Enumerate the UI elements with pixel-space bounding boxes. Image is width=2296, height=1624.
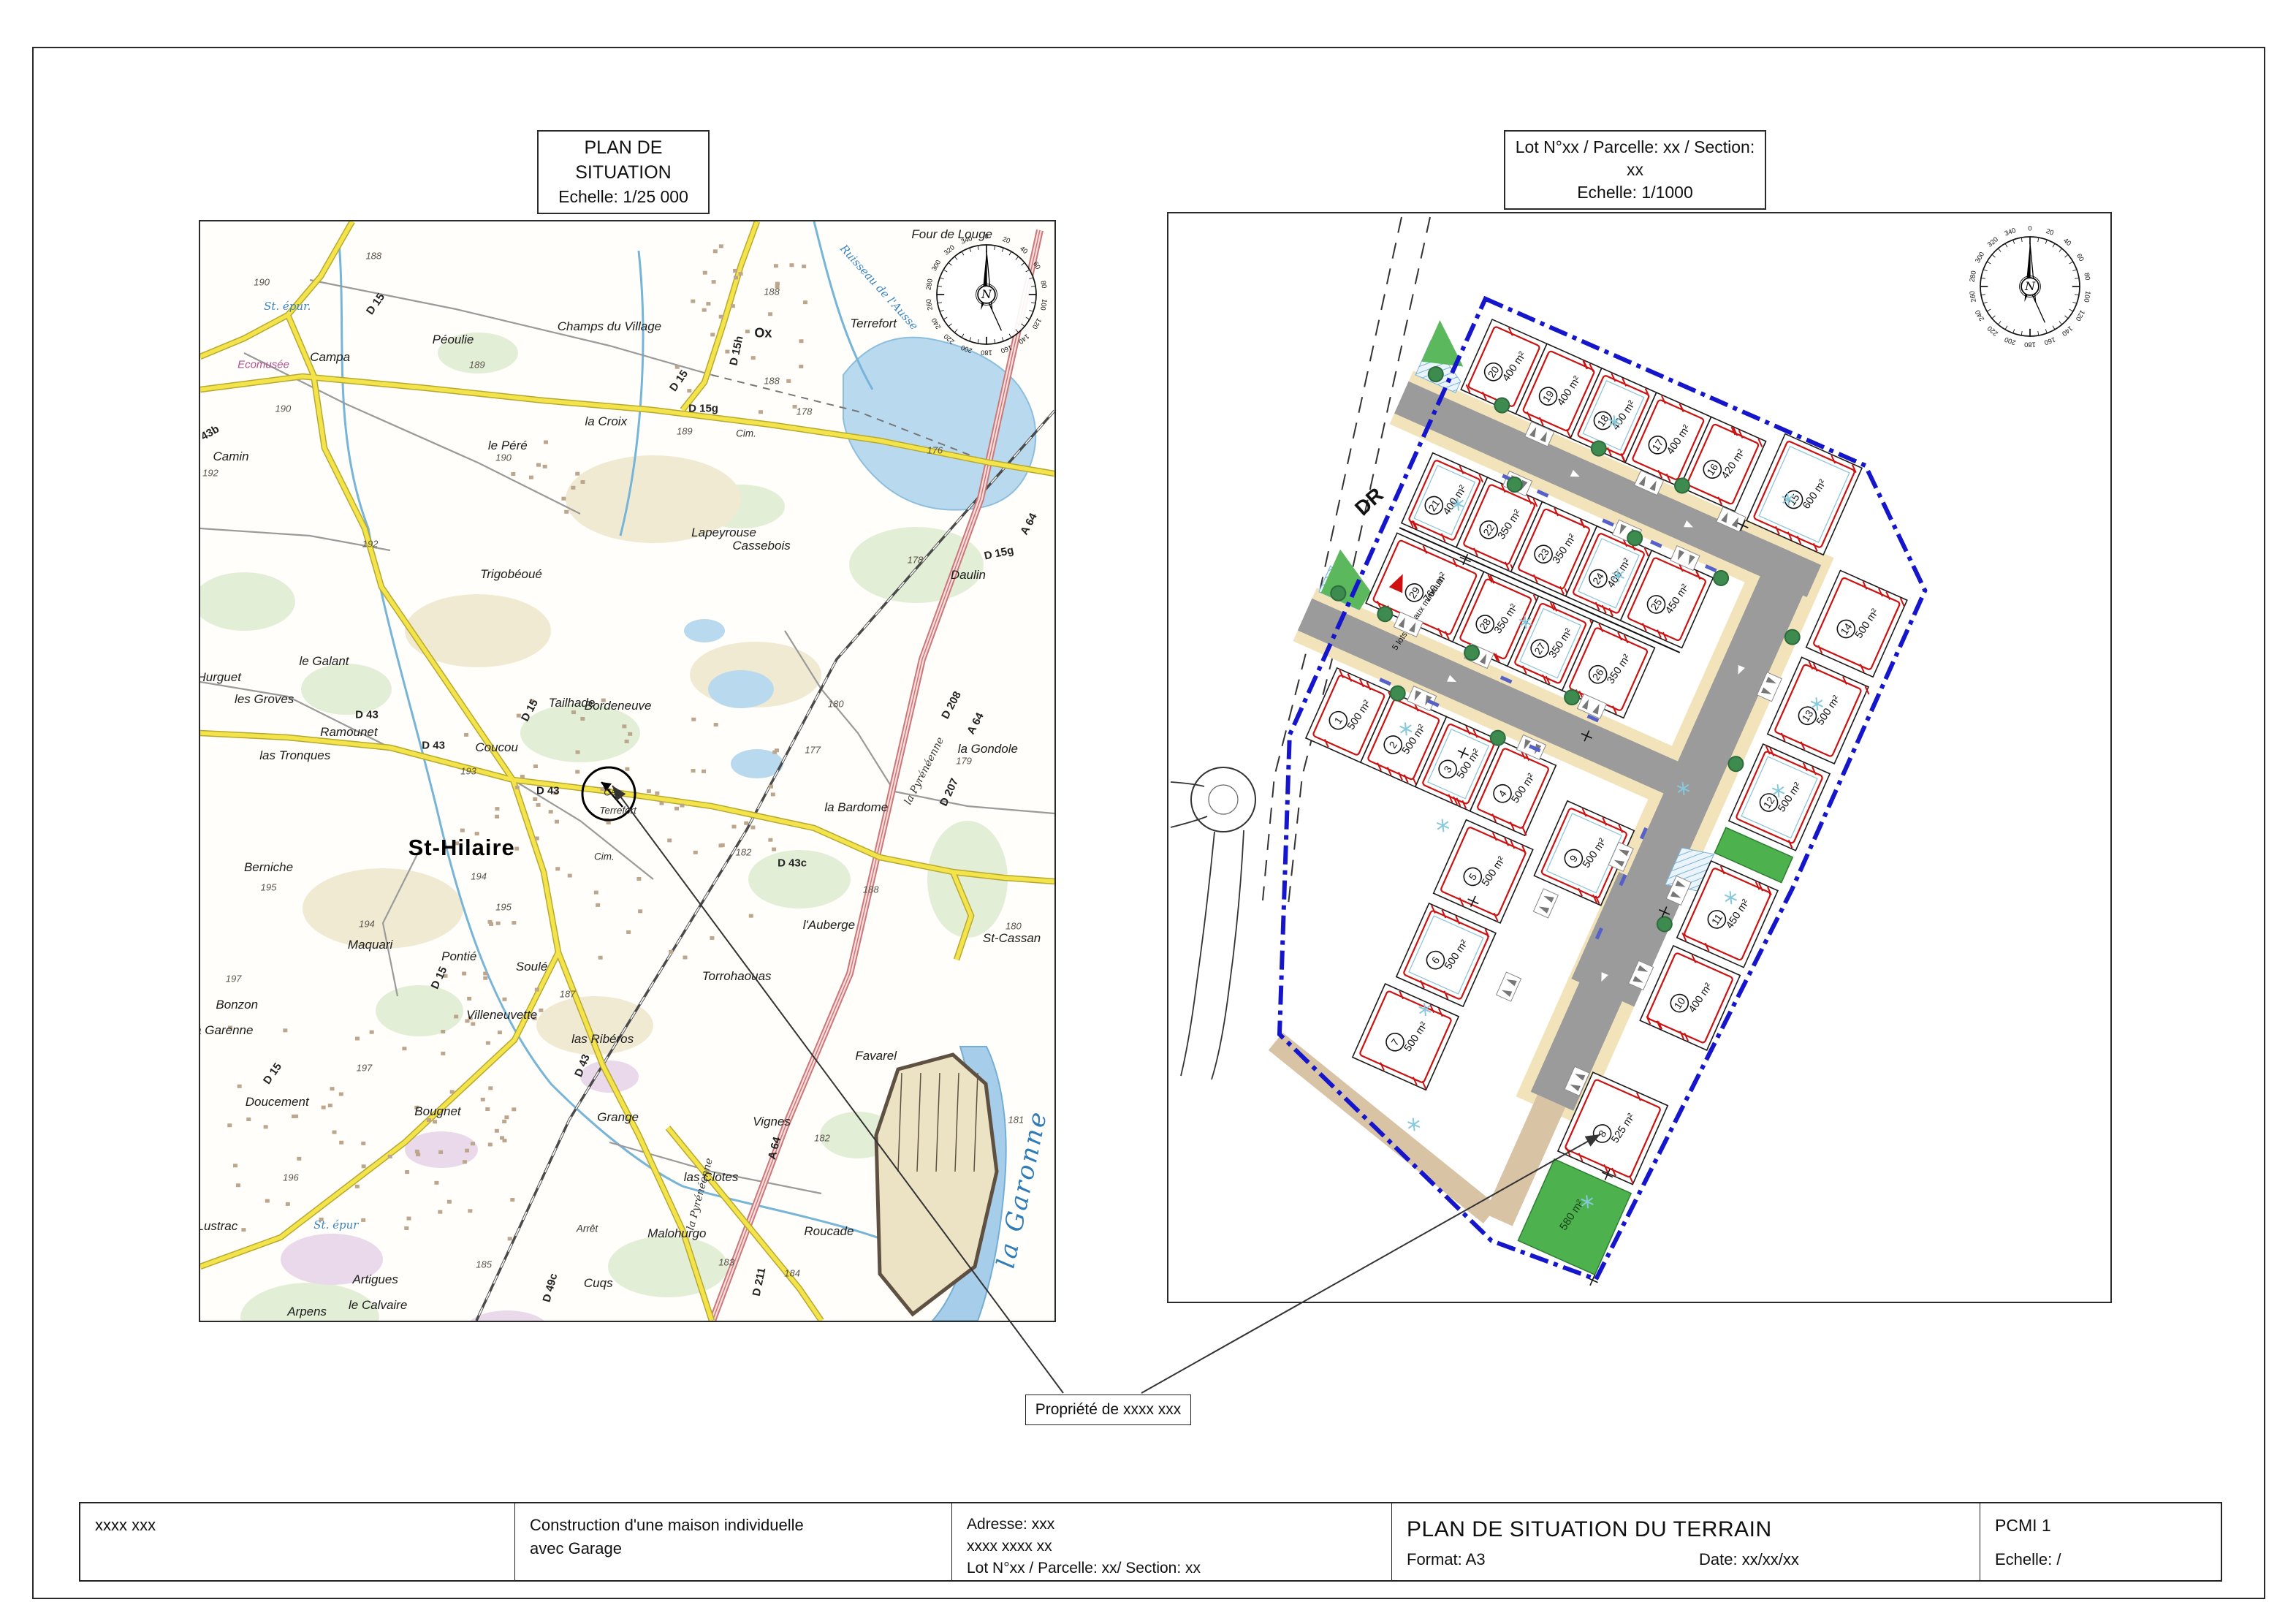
applicant-name: xxxx xxx — [95, 1514, 500, 1537]
left-map-scale: Echelle: 1/25 000 — [546, 186, 701, 208]
right-plan-title: Lot N°xx / Parcelle: xx / Section: xx — [1513, 136, 1757, 181]
title-block-ref-cell: PCMI 1 Echelle: / — [1980, 1503, 2221, 1580]
left-map-title-box: PLAN DE SITUATION Echelle: 1/25 000 — [537, 130, 710, 214]
title-block-applicant-cell: xxxx xxx — [80, 1503, 515, 1580]
title-block: xxxx xxx Construction d'une maison indiv… — [79, 1502, 2222, 1582]
address-line2: xxxx xxxx xx — [967, 1536, 1377, 1557]
address-line3: Lot N°xx / Parcelle: xx/ Section: xx — [967, 1557, 1377, 1579]
format-label: Format: A3 — [1407, 1548, 1486, 1571]
project-line1: Construction d'une maison individuelle — [530, 1514, 937, 1537]
date-label: Date: xx/xx/xx — [1699, 1548, 1799, 1571]
situation-map: Champs du VillageTerrefortFour de LougeO… — [199, 220, 1056, 1322]
parcel-plan: 580 m²20400 m²19400 m²18400 m²17400 m²16… — [1167, 212, 2112, 1303]
topographic-map-drawing — [200, 221, 1054, 1321]
title-block-project-cell: Construction d'une maison individuelle a… — [515, 1503, 952, 1580]
piece-ref: PCMI 1 — [1995, 1514, 2206, 1538]
sheet-scale: Echelle: / — [1995, 1548, 2061, 1571]
document-title: PLAN DE SITUATION DU TERRAIN — [1407, 1514, 1965, 1546]
subdivision-plan-drawing: 580 m²20400 m²19400 m²18400 m²17400 m²16… — [1168, 213, 2110, 1302]
left-map-title: PLAN DE SITUATION — [546, 136, 701, 186]
project-line2: avec Garage — [530, 1537, 937, 1560]
property-annotation: Propriété de xxxx xxx — [1025, 1395, 1191, 1425]
title-block-address-cell: Adresse: xxx xxxx xxxx xx Lot N°xx / Par… — [952, 1503, 1392, 1580]
right-plan-scale: Echelle: 1/1000 — [1513, 181, 1757, 204]
right-plan-title-box: Lot N°xx / Parcelle: xx / Section: xx Ec… — [1504, 130, 1766, 210]
address-line1: Adresse: xxx — [967, 1514, 1377, 1536]
title-block-doc-cell: PLAN DE SITUATION DU TERRAIN Format: A3 … — [1392, 1503, 1980, 1580]
